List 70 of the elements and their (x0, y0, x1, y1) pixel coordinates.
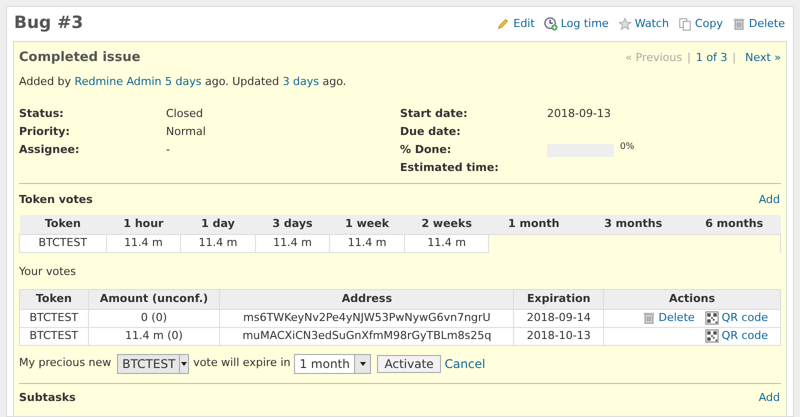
dropdown[interactable]: BTCTEST (117, 354, 190, 374)
date-link[interactable]: 3 days (282, 74, 320, 88)
trash-icon (732, 17, 746, 31)
field-label: Status: (19, 106, 65, 122)
column-header: Expiration (514, 289, 604, 309)
table-cell: 11.4 m (330, 234, 404, 252)
column-header: 1 month (488, 214, 578, 234)
qr-code-link[interactable]: QR code (722, 310, 768, 326)
add-link[interactable]: Add (758, 192, 781, 208)
form-text: My precious new (19, 355, 112, 372)
watch-link[interactable]: Watch (634, 16, 669, 32)
delete-link[interactable]: Delete (658, 310, 695, 326)
column-header: Address (220, 289, 514, 309)
delete-link[interactable]: Delete (748, 16, 785, 32)
field-label: Estimated time: (400, 160, 500, 176)
percent-label: 0% (620, 140, 634, 154)
form-text: vote will expire in (193, 355, 290, 372)
column-header: Token (20, 289, 88, 309)
issue-title: Bug #3 (13, 12, 84, 36)
table-cell: 2018-10-13 (514, 327, 604, 345)
column-header: 3 months (578, 214, 688, 234)
star-icon (618, 17, 632, 31)
separator: | (732, 50, 738, 66)
field-value: - (166, 142, 170, 158)
table-cell: 11.4 m (255, 234, 330, 252)
clock-icon (544, 17, 558, 31)
date-link[interactable]: 5 days (165, 74, 202, 88)
trash-icon (642, 311, 656, 325)
table-cell: 11.4 m (404, 234, 489, 252)
section-heading: Subtasks (19, 390, 76, 406)
copy-link[interactable]: Copy (694, 16, 723, 32)
author-line: Added by Redmine Admin 5 days ago. Updated 3 days ago. (19, 74, 348, 90)
cancel-link[interactable]: Cancel (444, 354, 486, 372)
field-value: 2018-09-13 (547, 106, 611, 122)
column-header: 6 months (688, 214, 780, 234)
dropdown[interactable]: 1 month (294, 354, 372, 374)
table-cell: 0 (0) (88, 309, 220, 327)
copy-icon (678, 17, 692, 31)
next-link[interactable]: Next » (745, 50, 781, 66)
caret-icon (181, 362, 188, 366)
field-label: Start date: (400, 106, 469, 122)
table-cell: 11.4 m (106, 234, 181, 252)
column-header: Actions (604, 289, 780, 309)
table-cell: BTCTEST (20, 234, 106, 252)
separator: | (687, 50, 691, 66)
column-header: Amount (unconf.) (88, 289, 220, 309)
field-label: Assignee: (19, 142, 80, 158)
table-cell: 2018-09-14 (514, 309, 604, 327)
section-heading: Token votes (19, 192, 93, 208)
caret-icon (360, 362, 366, 366)
table-cell: BTCTEST (20, 327, 88, 345)
author-link[interactable]: Redmine Admin (74, 74, 162, 88)
activate-button[interactable]: Activate (377, 354, 441, 372)
field-label: % Done: (400, 142, 452, 158)
issue-subject: Completed issue (19, 49, 140, 67)
section-heading: Your votes (19, 264, 78, 280)
field-label: Due date: (400, 124, 462, 140)
field-label: Priority: (19, 124, 71, 140)
table-cell: 11.4 m (0) (88, 327, 220, 345)
add-link[interactable]: Add (758, 390, 781, 406)
table-cell: ms6TWKeyNv2Pe4yNJW53PwNywG6vn7ngrU (220, 309, 514, 327)
table-cell: 11.4 m (180, 234, 256, 252)
field-value: Normal (166, 124, 206, 140)
position-link[interactable]: 1 of 3 (696, 50, 728, 66)
pencil-icon (496, 17, 510, 31)
edit-link[interactable]: Edit (513, 16, 535, 32)
field-value: Closed (166, 106, 203, 122)
table-cell: BTCTEST (20, 309, 88, 327)
table-cell: muMACXiCN3edSuGnXfmM98rGyTBLm8s25q (220, 327, 514, 345)
log-link[interactable]: Log time (560, 16, 609, 32)
